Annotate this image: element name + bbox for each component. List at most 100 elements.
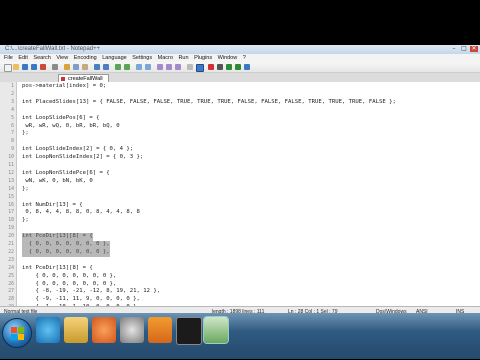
- code-line[interactable]: 13 wN, wK, 0, bN, bK, 0: [0, 178, 480, 186]
- code-line[interactable]: 28 { -9, -11, 11, 9, 0, 0, 0, 0 },: [0, 296, 480, 304]
- code-text: int PlacedSlides[13] = { FALSE, FALSE, F…: [22, 98, 396, 105]
- find-icon[interactable]: [115, 64, 121, 70]
- notepadpp-icon[interactable]: [204, 317, 228, 343]
- save-macro-icon[interactable]: [244, 64, 250, 70]
- line-number: 15: [8, 194, 14, 200]
- line-number: 25: [8, 273, 14, 279]
- new-file-icon[interactable]: [4, 64, 12, 72]
- print-icon[interactable]: [52, 64, 58, 70]
- line-number: 18: [8, 218, 14, 224]
- code-line[interactable]: 27 { -8, -19, -21, -12, 8, 19, 21, 12 },: [0, 288, 480, 296]
- chrome-icon[interactable]: [120, 317, 144, 343]
- code-line[interactable]: 8: [0, 138, 480, 146]
- open-folder-icon[interactable]: [13, 64, 19, 70]
- code-line[interactable]: 6 wR, wR, wQ, 0, bR, bR, bQ, 0: [0, 123, 480, 131]
- code-line[interactable]: 17 0, 8, 4, 4, 8, 8, 0, 8, 4, 4, 8, 8: [0, 209, 480, 217]
- code-line[interactable]: 11: [0, 162, 480, 170]
- start-button[interactable]: [2, 318, 32, 348]
- menu-search[interactable]: Search: [33, 54, 50, 62]
- line-number: 8: [11, 139, 14, 145]
- user-language-icon[interactable]: [196, 64, 204, 72]
- copy-icon[interactable]: [73, 64, 79, 70]
- menu-window[interactable]: Window: [218, 54, 238, 62]
- code-text: wR, wR, wQ, 0, bR, bR, bQ, 0: [22, 122, 120, 129]
- save-icon[interactable]: [22, 64, 28, 70]
- file-explorer-icon[interactable]: [64, 317, 88, 343]
- code-text: { 0, 0, 0, 0, 0, 0, 0 },: [22, 280, 117, 287]
- maximize-button[interactable]: □: [460, 46, 468, 52]
- command-prompt-icon[interactable]: [176, 317, 202, 345]
- code-editor[interactable]: 1 pos->material[index] = 0; 2 3 int PlacedSl…: [0, 82, 480, 306]
- code-line[interactable]: 9 int LoopSlideIndex[2] = { 0, 4 };: [0, 146, 480, 154]
- code-line[interactable]: 19: [0, 225, 480, 233]
- media-player-icon[interactable]: [92, 317, 116, 343]
- code-line[interactable]: 15: [0, 194, 480, 202]
- indent-guide-icon[interactable]: [187, 64, 193, 70]
- code-text: int LoopNonSlideIndex[2] = { 0, 3 };: [22, 154, 144, 161]
- code-line[interactable]: 24 int PceDir[13][8] = {: [0, 265, 480, 273]
- menu-encoding[interactable]: Encoding: [74, 54, 97, 62]
- line-number: 20: [8, 234, 14, 240]
- code-line[interactable]: 23: [0, 257, 480, 265]
- code-text: { 0, 0, 0, 0, 0, 0, 0 },: [22, 241, 110, 249]
- record-macro-icon[interactable]: [208, 64, 214, 70]
- code-line[interactable]: 22 { 0, 0, 0, 0, 0, 0, 0 },: [0, 248, 480, 257]
- line-number: 19: [8, 226, 14, 232]
- line-number: 12: [8, 170, 14, 176]
- zoom-out-icon[interactable]: [145, 64, 151, 70]
- code-line[interactable]: 4: [0, 107, 480, 115]
- code-text: int PceDir[13][8] = {: [22, 233, 93, 241]
- menu-help[interactable]: ?: [243, 54, 246, 62]
- menu-settings[interactable]: Settings: [132, 54, 152, 62]
- menu-view[interactable]: View: [56, 54, 68, 62]
- menu-language[interactable]: Language: [102, 54, 126, 62]
- line-number: 27: [8, 289, 14, 295]
- save-all-icon[interactable]: [31, 64, 37, 70]
- close-file-icon[interactable]: [40, 64, 46, 70]
- stop-macro-icon[interactable]: [217, 64, 223, 70]
- line-number: 22: [8, 249, 14, 255]
- cut-icon[interactable]: [64, 64, 70, 70]
- line-number: 5: [11, 115, 14, 121]
- code-line[interactable]: 20 int PceDir[13][8] = {: [0, 233, 480, 241]
- code-line[interactable]: 1 pos->material[index] = 0;: [0, 83, 480, 91]
- code-line[interactable]: 12 int LoopNonSlidePce[6] = {: [0, 170, 480, 178]
- vlc-icon[interactable]: [148, 317, 172, 343]
- menu-plugins[interactable]: Plugins: [194, 54, 212, 62]
- paste-icon[interactable]: [82, 64, 88, 70]
- code-line[interactable]: 25 { 0, 0, 0, 0, 0, 0, 0 },: [0, 273, 480, 281]
- sync-scroll-icon[interactable]: [157, 64, 163, 70]
- undo-icon[interactable]: [94, 64, 100, 70]
- redo-icon[interactable]: [103, 64, 109, 70]
- replace-icon[interactable]: [124, 64, 130, 70]
- menu-bar: File Edit Search View Encoding Language …: [0, 54, 480, 62]
- code-line[interactable]: 7};: [0, 130, 480, 138]
- line-number: 7: [11, 131, 14, 137]
- code-line[interactable]: 16 int NumDir[13] = {: [0, 202, 480, 210]
- code-line[interactable]: 2: [0, 91, 480, 99]
- code-line[interactable]: 14};: [0, 186, 480, 194]
- code-text: int PceDir[13][8] = {: [22, 264, 93, 271]
- code-line[interactable]: 18};: [0, 217, 480, 225]
- minimize-button[interactable]: –: [450, 46, 458, 52]
- menu-edit[interactable]: Edit: [18, 54, 27, 62]
- menu-file[interactable]: File: [4, 54, 13, 62]
- code-text: };: [22, 217, 29, 224]
- show-all-chars-icon[interactable]: [175, 64, 181, 70]
- menu-macro[interactable]: Macro: [158, 54, 173, 62]
- zoom-in-icon[interactable]: [136, 64, 142, 70]
- system-tray: [396, 313, 480, 359]
- code-line[interactable]: 26 { 0, 0, 0, 0, 0, 0, 0 },: [0, 281, 480, 289]
- close-button[interactable]: ✕: [470, 46, 478, 52]
- code-text: { 0, 0, 0, 0, 0, 0, 0 },: [22, 272, 117, 279]
- code-line[interactable]: 3 int PlacedSlides[13] = { FALSE, FALSE, …: [0, 99, 480, 107]
- line-number: 16: [8, 202, 14, 208]
- word-wrap-icon[interactable]: [166, 64, 172, 70]
- code-line[interactable]: 5 int LoopSlidePos[6] = {: [0, 115, 480, 123]
- play-macro-icon[interactable]: [226, 64, 232, 70]
- menu-run[interactable]: Run: [178, 54, 188, 62]
- run-macro-multiple-icon[interactable]: [235, 64, 241, 70]
- internet-explorer-icon[interactable]: [36, 317, 60, 343]
- code-line[interactable]: 10 int LoopNonSlideIndex[2] = { 0, 3 };: [0, 154, 480, 162]
- code-line[interactable]: 21 { 0, 0, 0, 0, 0, 0, 0 },: [0, 241, 480, 249]
